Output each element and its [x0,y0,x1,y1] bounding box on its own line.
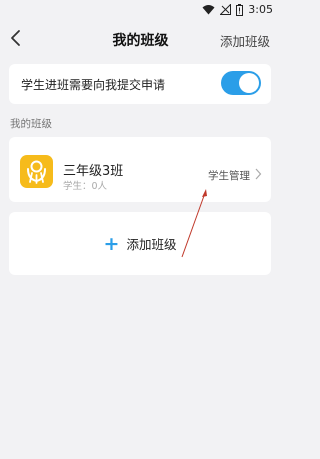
battery-icon [236,3,244,16]
status-bar: 3:05 [0,0,281,22]
add-class-nav-button[interactable]: 添加班级 [220,31,270,50]
class-card[interactable]: 三年级3班 学生：0人 学生管理 [9,137,271,202]
toggle-knob [239,73,259,93]
section-title: 我的班级 [10,118,52,130]
status-icons: 3:05 [202,3,273,16]
chevron-right-icon [255,168,262,180]
class-student-count: 学生：0人 [63,181,108,192]
status-time: 3:05 [248,3,273,16]
join-approval-label: 学生进班需要向我提交申请 [21,78,166,92]
add-class-button[interactable]: + 添加班级 [9,212,271,275]
class-logo-icon [20,155,53,188]
nav-bar: 我的班级 添加班级 [0,22,281,56]
class-name: 三年级3班 [63,164,124,179]
student-management-link[interactable]: 学生管理 [208,168,250,183]
add-class-label: 添加班级 [126,237,177,252]
plus-icon: + [103,232,120,255]
join-approval-setting: 学生进班需要向我提交申请 [9,64,271,104]
join-approval-toggle[interactable] [221,71,261,95]
wifi-icon [202,5,215,15]
signal-icon [220,4,232,15]
